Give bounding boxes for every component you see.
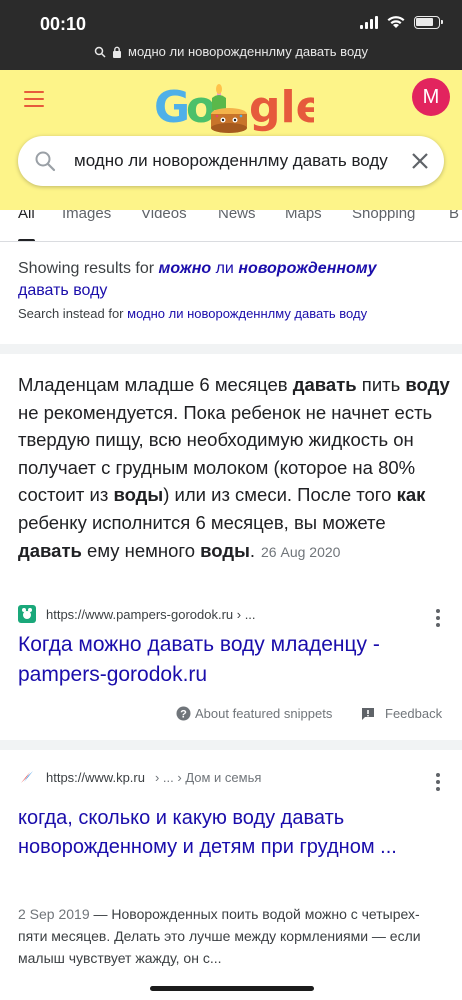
svg-text:?: ? [180, 709, 187, 721]
tab-images[interactable]: Images [62, 210, 111, 241]
featured-source[interactable]: https://www.pampers-gorodok.ru › ... [18, 605, 256, 623]
search-instead-for: Search instead for модно ли новорожденнл… [18, 306, 368, 321]
address-bar[interactable]: модно ли новорожденнлму давать воду [0, 44, 462, 59]
tab-books[interactable]: B [449, 210, 459, 241]
feedback-icon [362, 707, 374, 720]
signal-icon [360, 15, 378, 29]
search-tabs: All Images Videos News Maps Shopping B [0, 210, 462, 242]
google-logo-icon: G o gle [154, 82, 325, 133]
tab-news[interactable]: News [218, 210, 256, 241]
help-icon: ? [176, 706, 191, 721]
account-avatar[interactable]: M [412, 78, 450, 116]
source-url: https://www.pampers-gorodok.ru › ... [46, 606, 256, 622]
breadcrumb: › ... › Дом и семья [154, 769, 262, 785]
google-doodle-logo[interactable]: G o gle [154, 78, 325, 133]
tab-videos[interactable]: Videos [141, 210, 187, 241]
tab-maps[interactable]: Maps [285, 210, 322, 241]
more-options-icon[interactable] [436, 609, 440, 630]
source-url: https://www.kp.ru [46, 769, 145, 785]
status-time: 00:10 [40, 14, 87, 34]
divider [0, 740, 462, 750]
result-snippet: 2 Sep 2019 — Новорожденных поить водой м… [18, 906, 421, 966]
featured-snippet-text: Младенцам младше 6 месяцев давать пить в… [18, 374, 450, 561]
more-options-icon[interactable] [436, 773, 440, 794]
status-and-url-bar: 00:10 модно ли новорожденнлму давать вод… [0, 0, 462, 70]
tab-shopping[interactable]: Shopping [352, 210, 415, 241]
featured-result-title[interactable]: Когда можно давать воду младенцу - pampe… [18, 630, 438, 690]
tab-all[interactable]: All [18, 210, 35, 241]
wifi-icon [387, 16, 405, 28]
close-icon[interactable] [410, 151, 430, 171]
spelling-correction: Showing results for можно ли новорожденн… [18, 258, 448, 321]
status-icons [360, 15, 443, 29]
lock-icon [113, 46, 122, 58]
pampers-favicon [18, 605, 36, 623]
result-title[interactable]: когда, сколько и какую воду давать новор… [18, 804, 438, 862]
home-indicator[interactable] [150, 986, 314, 991]
logo-letters-gle: gle [249, 82, 314, 133]
about-featured-snippets[interactable]: ? About featured snippets [176, 706, 332, 721]
battery-icon [414, 15, 443, 29]
showing-results-for[interactable]: Showing results for можно ли новорожденн… [18, 258, 448, 302]
logo-letter-g: G [154, 82, 190, 133]
search-instead-link[interactable]: модно ли новорожденнлму давать воду [127, 306, 367, 321]
address-text: модно ли новорожденнлму давать воду [128, 44, 368, 59]
menu-icon[interactable] [24, 91, 44, 107]
result-source[interactable]: https://www.kp.ru › ... › Дом и семья [18, 768, 261, 786]
feedback-button[interactable]: Feedback [361, 706, 442, 721]
snippet-date: 26 Aug 2020 [261, 543, 341, 560]
divider [0, 344, 462, 354]
search-icon[interactable] [34, 150, 56, 172]
search-box[interactable]: модно ли новорожденнлму давать воду [18, 136, 444, 186]
search-icon [94, 46, 106, 58]
kp-favicon [21, 771, 33, 783]
search-input[interactable]: модно ли новорожденнлму давать воду [74, 151, 412, 171]
